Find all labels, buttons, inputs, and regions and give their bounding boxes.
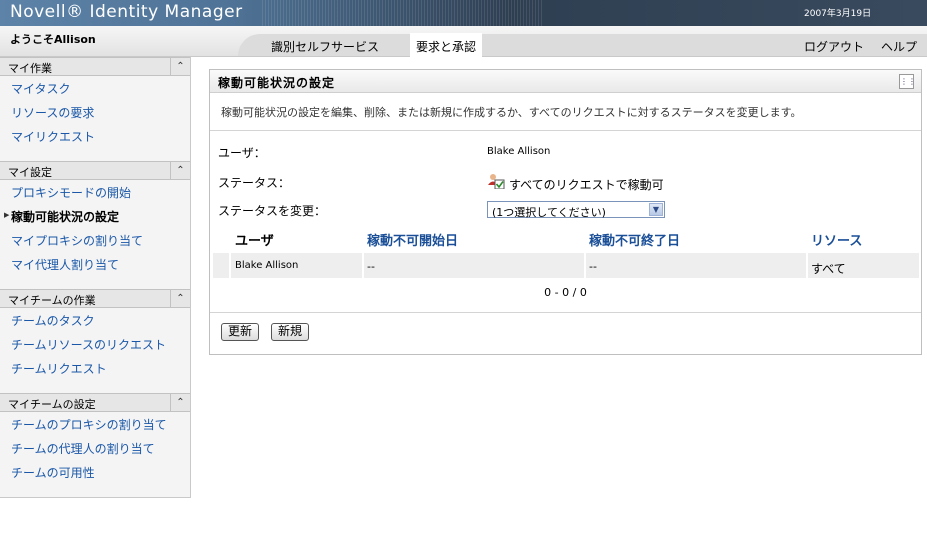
cell-divider bbox=[806, 253, 808, 278]
sidebar-item-team-requests[interactable]: チームリクエスト bbox=[11, 360, 107, 377]
current-date: 2007年3月19日 bbox=[804, 9, 872, 19]
availability-panel: 稼動可能状況の設定 ⋮⋮ 稼動可能状況の設定を編集、削除、または新規に作成するか… bbox=[209, 69, 922, 355]
status-label: ステータス： bbox=[218, 176, 291, 190]
collapse-icon[interactable]: ⌃ bbox=[170, 394, 190, 411]
collapse-icon[interactable]: ⌃ bbox=[170, 162, 190, 179]
sidebar-item-team-resource-requests[interactable]: チームリソースのリクエスト bbox=[11, 336, 166, 353]
logout-link[interactable]: ログアウト bbox=[804, 38, 864, 55]
sidebar-item-team-delegate-assignments[interactable]: チームの代理人の割り当て bbox=[11, 440, 155, 457]
user-label: ユーザ： bbox=[218, 146, 266, 160]
column-header-start-date[interactable]: 稼動不可開始日 bbox=[367, 230, 458, 249]
sidebar-item-my-requests[interactable]: マイリクエスト bbox=[11, 128, 95, 145]
section-title: マイ作業 bbox=[8, 62, 52, 75]
sidebar-item-start-proxy-mode[interactable]: プロキシモードの開始 bbox=[11, 184, 131, 201]
collapse-icon[interactable]: ⌃ bbox=[170, 58, 190, 75]
help-link[interactable]: ヘルプ bbox=[881, 38, 917, 55]
top-banner: Novell® Identity Manager 2007年3月19日 bbox=[0, 0, 927, 26]
column-header-user: ユーザ bbox=[235, 234, 274, 249]
sidebar-section-my-work: マイ作業 ⌃ bbox=[0, 57, 190, 76]
divider bbox=[210, 130, 921, 131]
nav-bar: ようこそAllison 識別セルフサービス 要求と承認 ログアウト ヘルプ bbox=[0, 26, 927, 57]
chevron-down-icon[interactable]: ▼ bbox=[649, 203, 663, 216]
section-title: マイチームの作業 bbox=[8, 294, 96, 307]
panel-description: 稼動可能状況の設定を編集、削除、または新規に作成するか、すべてのリクエストに対す… bbox=[221, 106, 802, 119]
sidebar-item-team-proxy-assignments[interactable]: チームのプロキシの割り当て bbox=[11, 416, 167, 433]
app-title: Novell® Identity Manager bbox=[10, 2, 243, 22]
cell-user: Blake Allison bbox=[235, 260, 299, 271]
section-title: マイ設定 bbox=[8, 166, 52, 179]
panel-header: 稼動可能状況の設定 ⋮⋮ bbox=[210, 70, 921, 93]
sidebar-item-my-delegate-assignments[interactable]: マイ代理人割り当て bbox=[11, 256, 119, 273]
sidebar-item-team-availability[interactable]: チームの可用性 bbox=[11, 464, 95, 481]
user-value: Blake Allison bbox=[487, 146, 551, 157]
sidebar-item-my-tasks[interactable]: マイタスク bbox=[11, 80, 71, 97]
pagination-text: 0 - 0 / 0 bbox=[544, 286, 587, 299]
cell-divider bbox=[584, 253, 586, 278]
panel-menu-icon[interactable]: ⋮⋮ bbox=[899, 74, 916, 89]
sidebar-section-my-settings: マイ設定 ⌃ bbox=[0, 161, 190, 180]
refresh-button[interactable]: 更新 bbox=[221, 323, 260, 341]
cell-divider bbox=[229, 253, 231, 278]
divider bbox=[210, 312, 921, 313]
cell-resource: すべて bbox=[811, 262, 846, 276]
change-status-label: ステータスを変更： bbox=[218, 204, 327, 218]
available-status-icon bbox=[488, 174, 505, 189]
sidebar-section-team-work: マイチームの作業 ⌃ bbox=[0, 289, 190, 308]
sidebar-item-team-tasks[interactable]: チームのタスク bbox=[11, 312, 95, 329]
sidebar: マイ作業 ⌃ マイタスク リソースの要求 マイリクエスト マイ設定 ⌃ プロキシ… bbox=[0, 57, 191, 498]
collapse-icon[interactable]: ⌃ bbox=[170, 290, 190, 307]
banner-decoration bbox=[262, 0, 542, 26]
cell-end-date: -- bbox=[589, 260, 597, 273]
select-value: (1つ選択してください) bbox=[492, 206, 606, 219]
welcome-text: ようこそAllison bbox=[10, 33, 96, 46]
tab-identity-self-service[interactable]: 識別セルフサービス bbox=[271, 38, 379, 55]
change-status-select[interactable]: (1つ選択してください) ▼ bbox=[487, 201, 665, 219]
column-header-resource[interactable]: リソース bbox=[811, 230, 862, 249]
status-value: すべてのリクエストで稼動可 bbox=[509, 178, 664, 192]
section-title: マイチームの設定 bbox=[8, 398, 96, 411]
sidebar-item-my-proxy-assignments[interactable]: マイプロキシの割り当て bbox=[11, 232, 143, 249]
panel-title: 稼動可能状況の設定 bbox=[218, 76, 336, 90]
column-header-end-date[interactable]: 稼動不可終了日 bbox=[589, 230, 680, 249]
cell-start-date: -- bbox=[367, 260, 375, 273]
active-marker-icon: ▶ bbox=[4, 211, 10, 219]
new-button[interactable]: 新規 bbox=[271, 323, 310, 341]
sidebar-section-team-settings: マイチームの設定 ⌃ bbox=[0, 393, 190, 412]
sidebar-item-availability-settings[interactable]: 稼動可能状況の設定 bbox=[11, 208, 119, 225]
sidebar-item-request-resource[interactable]: リソースの要求 bbox=[11, 104, 94, 121]
cell-divider bbox=[362, 253, 364, 278]
tab-requests-approvals[interactable]: 要求と承認 bbox=[416, 38, 476, 55]
